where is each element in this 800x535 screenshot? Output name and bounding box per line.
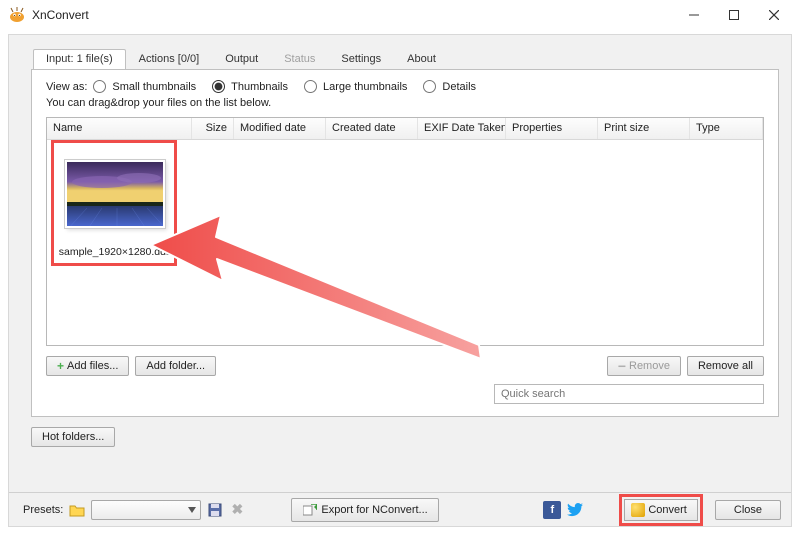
bottom-bar: Presets: ✖ Export for NConvert... f xyxy=(9,492,791,526)
export-icon xyxy=(302,502,318,518)
quick-search-input[interactable] xyxy=(494,384,764,404)
add-files-button[interactable]: +Add files... xyxy=(46,356,129,376)
col-name[interactable]: Name xyxy=(47,118,192,139)
twitter-icon[interactable] xyxy=(567,501,583,519)
delete-preset-icon[interactable]: ✖ xyxy=(229,502,245,518)
maximize-button[interactable] xyxy=(714,0,754,30)
view-as-label: View as: xyxy=(46,81,87,93)
minus-icon: − xyxy=(618,362,626,370)
input-panel: View as: Small thumbnails Thumbnails Lar… xyxy=(31,69,779,417)
thumbnail-filename: sample_1920×1280.dds xyxy=(55,246,175,258)
view-large-thumbnails[interactable]: Large thumbnails xyxy=(304,80,407,93)
remove-button: −Remove xyxy=(607,356,681,376)
list-body[interactable]: sample_1920×1280.dds xyxy=(47,140,763,345)
titlebar: XnConvert xyxy=(0,0,800,30)
minimize-button[interactable] xyxy=(674,0,714,30)
col-type[interactable]: Type xyxy=(690,118,763,139)
view-details[interactable]: Details xyxy=(423,80,476,93)
window-title: XnConvert xyxy=(32,8,89,22)
dragdrop-hint: You can drag&drop your files on the list… xyxy=(46,97,764,109)
tab-strip: Input: 1 file(s) Actions [0/0] Output St… xyxy=(33,47,791,69)
view-as-row: View as: Small thumbnails Thumbnails Lar… xyxy=(46,80,764,93)
tab-status: Status xyxy=(271,49,328,69)
file-thumbnail[interactable]: sample_1920×1280.dds xyxy=(55,150,175,258)
app-icon xyxy=(8,7,26,23)
plus-icon: + xyxy=(57,361,64,371)
close-app-button[interactable]: Close xyxy=(715,500,781,520)
presets-label: Presets: xyxy=(23,504,63,516)
tab-input[interactable]: Input: 1 file(s) xyxy=(33,49,126,69)
col-created[interactable]: Created date xyxy=(326,118,418,139)
list-header: Name Size Modified date Created date EXI… xyxy=(47,118,763,140)
col-properties[interactable]: Properties xyxy=(506,118,598,139)
tab-settings[interactable]: Settings xyxy=(328,49,394,69)
col-printsize[interactable]: Print size xyxy=(598,118,690,139)
social-icons: f xyxy=(543,501,583,519)
preset-combo[interactable] xyxy=(91,500,201,520)
hot-folders-button[interactable]: Hot folders... xyxy=(31,427,115,447)
convert-icon xyxy=(631,503,645,517)
file-list: Name Size Modified date Created date EXI… xyxy=(46,117,764,346)
tab-output[interactable]: Output xyxy=(212,49,271,69)
chevron-down-icon xyxy=(188,507,196,513)
tab-about[interactable]: About xyxy=(394,49,449,69)
view-thumbnails[interactable]: Thumbnails xyxy=(212,80,288,93)
open-preset-icon[interactable] xyxy=(69,502,85,518)
annotation-highlight-convert: Convert xyxy=(619,494,703,526)
facebook-icon[interactable]: f xyxy=(543,501,561,519)
col-exif[interactable]: EXIF Date Taken xyxy=(418,118,506,139)
close-button[interactable] xyxy=(754,0,794,30)
remove-all-button[interactable]: Remove all xyxy=(687,356,764,376)
view-small-thumbnails[interactable]: Small thumbnails xyxy=(93,80,196,93)
save-preset-icon[interactable] xyxy=(207,502,223,518)
client-area: Input: 1 file(s) Actions [0/0] Output St… xyxy=(8,34,792,527)
add-folder-button[interactable]: Add folder... xyxy=(135,356,216,376)
tab-actions[interactable]: Actions [0/0] xyxy=(126,49,213,69)
below-list-row: +Add files... Add folder... −Remove Remo… xyxy=(46,356,764,376)
export-nc-button[interactable]: Export for NConvert... xyxy=(291,498,438,522)
thumbnail-image xyxy=(65,160,165,228)
col-size[interactable]: Size xyxy=(192,118,234,139)
col-modified[interactable]: Modified date xyxy=(234,118,326,139)
convert-button[interactable]: Convert xyxy=(624,499,698,521)
